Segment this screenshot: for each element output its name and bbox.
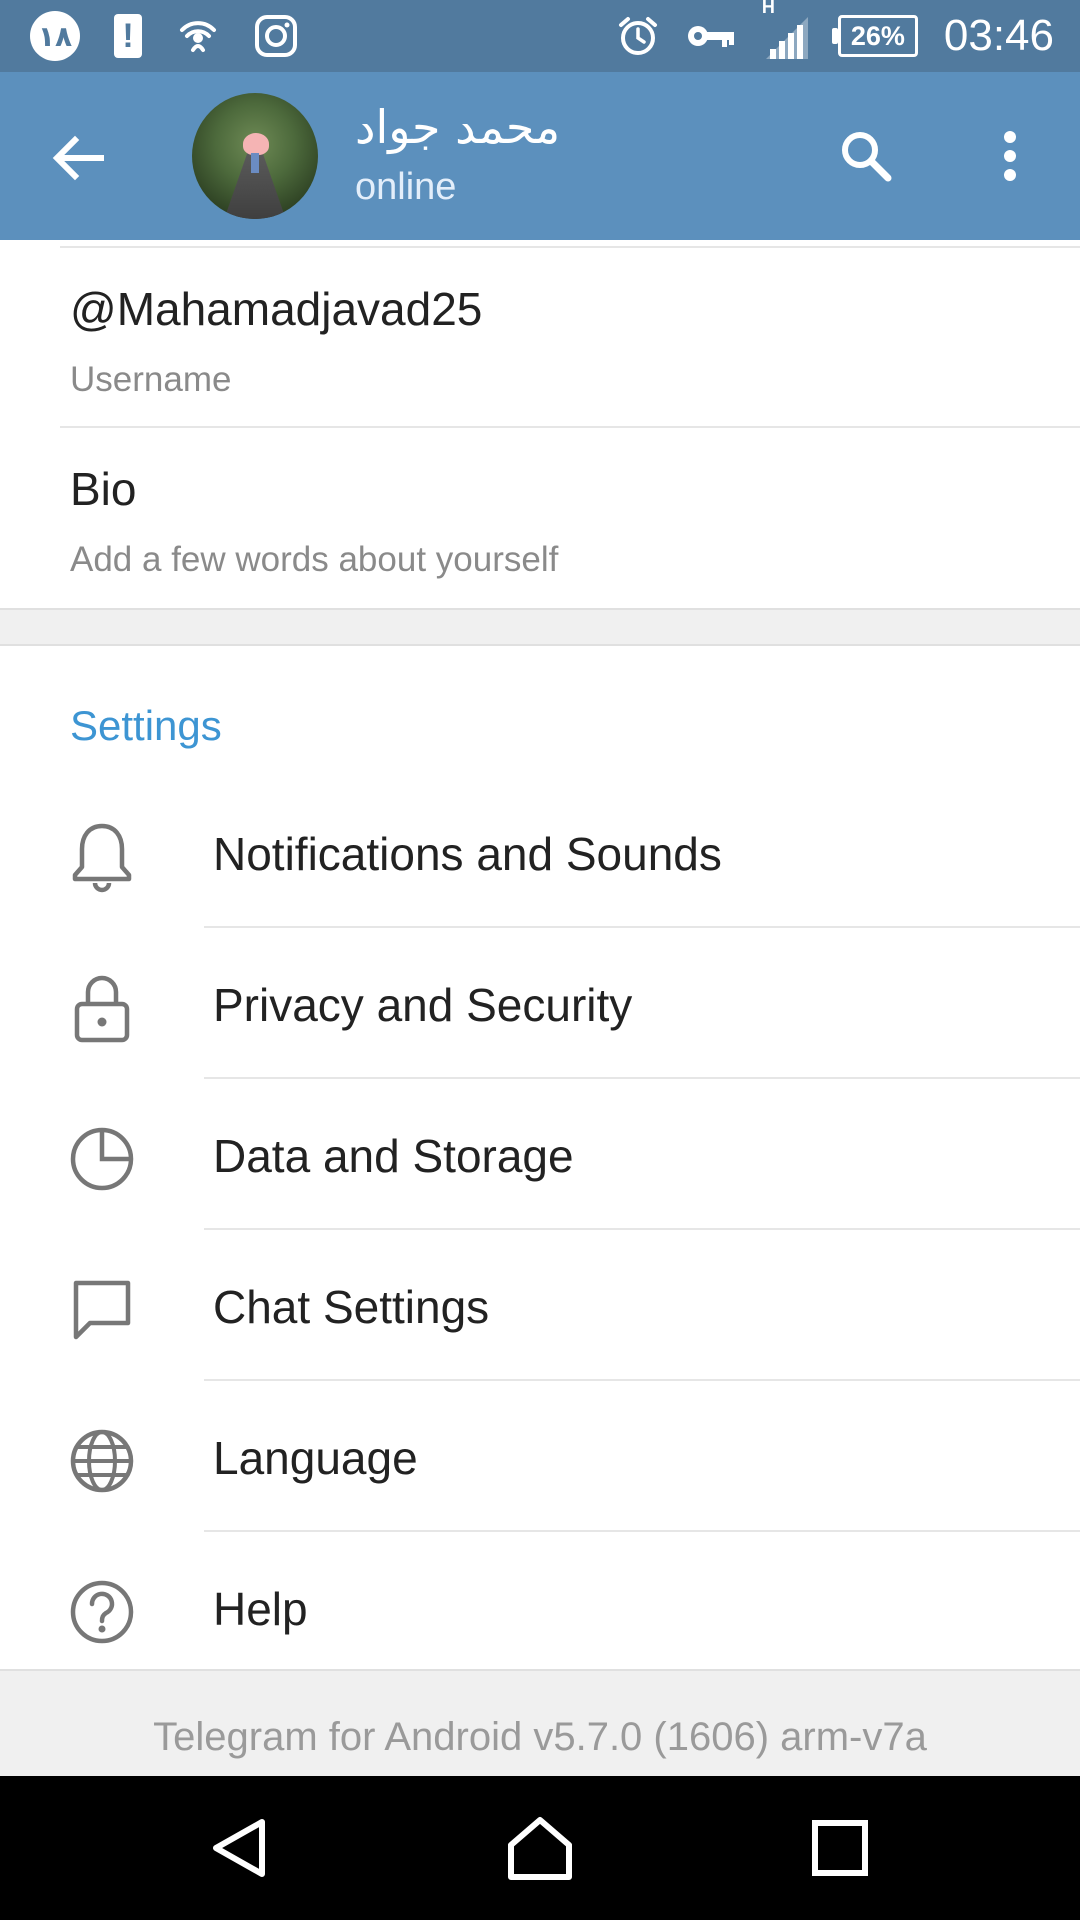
version-footer: Telegram for Android v5.7.0 (1606) arm-v… xyxy=(0,1669,1080,1776)
more-options-button[interactable] xyxy=(990,124,1030,188)
settings-section-title: Settings xyxy=(70,702,222,749)
system-nav-bar xyxy=(0,1776,1080,1920)
menu-item-label: Data and Storage xyxy=(213,1130,574,1182)
username-value: @Mahamadjavad25 xyxy=(70,283,483,335)
menu-item-help[interactable]: Help xyxy=(0,1532,1080,1683)
status-bar: ۱۸ ! H 26% 03:46 xyxy=(0,0,1080,72)
avatar[interactable] xyxy=(192,93,318,219)
app-version-text: Telegram for Android v5.7.0 (1606) arm-v… xyxy=(153,1715,927,1759)
network-type-label: H xyxy=(761,0,775,17)
status-clock: 03:46 xyxy=(943,11,1054,60)
alert-notification-icon: ! xyxy=(114,14,142,58)
bio-label: Add a few words about yourself xyxy=(70,540,559,579)
battery-indicator: 26% xyxy=(831,15,918,57)
lock-icon xyxy=(66,972,138,1044)
bio-row[interactable]: Bio Add a few words about yourself xyxy=(0,428,1080,608)
search-button[interactable] xyxy=(834,124,898,188)
menu-item-chat-settings[interactable]: Chat Settings xyxy=(0,1230,1080,1381)
menu-item-notifications[interactable]: Notifications and Sounds xyxy=(0,777,1080,928)
nav-back-button[interactable] xyxy=(200,1812,280,1884)
bell-icon xyxy=(66,821,138,893)
arrow-back-icon xyxy=(52,135,104,181)
square-recents-icon xyxy=(812,1820,868,1876)
notification-count-badge: ۱۸ xyxy=(30,11,80,61)
chat-bubble-icon xyxy=(66,1274,138,1346)
menu-item-privacy[interactable]: Privacy and Security xyxy=(0,928,1080,1079)
section-separator xyxy=(0,608,1080,646)
menu-item-data-storage[interactable]: Data and Storage xyxy=(0,1079,1080,1230)
username-label: Username xyxy=(70,360,232,399)
nav-home-button[interactable] xyxy=(500,1812,580,1884)
alarm-icon xyxy=(616,14,660,58)
app-header: محمد جواد online xyxy=(0,72,1080,240)
vpn-key-icon xyxy=(686,21,736,51)
signal-icon: H xyxy=(762,0,812,61)
pie-chart-icon xyxy=(66,1123,138,1195)
menu-item-label: Privacy and Security xyxy=(213,979,633,1031)
more-vertical-icon xyxy=(1004,131,1016,181)
search-icon xyxy=(842,132,892,182)
menu-item-label: Language xyxy=(213,1432,418,1484)
profile-name: محمد جواد xyxy=(355,100,561,154)
triangle-back-icon xyxy=(213,1819,265,1877)
home-icon xyxy=(508,1817,572,1880)
bio-value: Bio xyxy=(70,463,137,515)
help-circle-icon xyxy=(66,1576,138,1648)
globe-icon xyxy=(66,1425,138,1497)
wifi-hotspot-icon xyxy=(176,14,220,58)
menu-item-label: Notifications and Sounds xyxy=(213,828,722,880)
online-status: online xyxy=(355,166,457,208)
instagram-icon xyxy=(254,14,298,58)
menu-item-label: Help xyxy=(213,1583,308,1635)
menu-item-language[interactable]: Language xyxy=(0,1381,1080,1532)
nav-recents-button[interactable] xyxy=(800,1812,880,1884)
menu-item-label: Chat Settings xyxy=(213,1281,490,1333)
back-button[interactable] xyxy=(46,126,110,190)
username-row[interactable]: @Mahamadjavad25 Username xyxy=(0,248,1080,428)
